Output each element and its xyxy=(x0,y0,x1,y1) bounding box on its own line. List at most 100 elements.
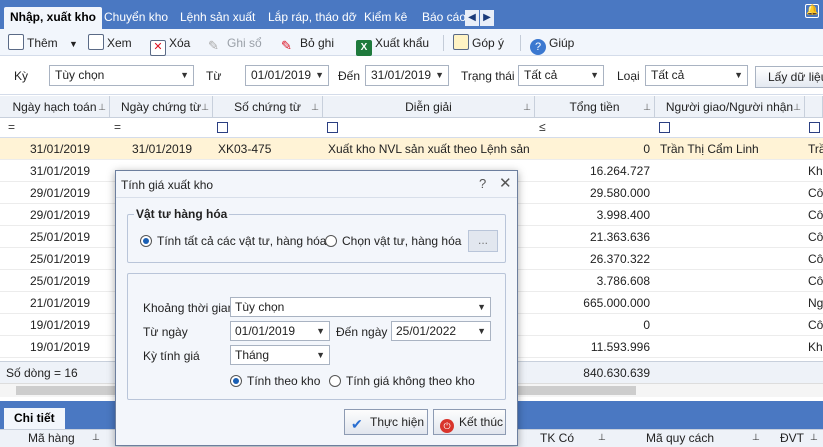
pin-icon[interactable]: ⊥ xyxy=(810,432,818,443)
chevron-down-icon[interactable]: ▼ xyxy=(69,39,78,49)
from-date-label: Từ ngày xyxy=(143,325,188,339)
column-header-doc-date[interactable]: Ngày chứng từ ⊥ xyxy=(110,96,213,118)
grid-filter-row: = = ≤ xyxy=(0,118,823,138)
execute-button[interactable]: ✔ Thực hiện xyxy=(344,409,428,435)
row-count: Số dòng = 16 xyxy=(6,366,78,380)
from-date-field[interactable]: 01/01/2019 ▼ xyxy=(230,321,330,341)
pin-icon[interactable]: ⊥ xyxy=(523,96,531,118)
to-date-field[interactable]: 31/01/2019 ▼ xyxy=(365,65,449,86)
pin-icon[interactable]: ⊥ xyxy=(643,96,651,118)
to-date-label: Đến ngày xyxy=(336,325,388,339)
tab-nhap-xuat-kho[interactable]: Nhập, xuất kho xyxy=(4,7,103,29)
type-label: Loại xyxy=(617,69,640,83)
post-button[interactable]: ✎ Ghi sổ xyxy=(208,33,262,53)
view-button[interactable]: Xem xyxy=(88,33,132,53)
module-tab-bar: Nhập, xuất kho Chuyển kho Lệnh sản xuất … xyxy=(0,0,823,29)
radio-all-materials[interactable]: Tính tất cả các vật tư, hàng hóa xyxy=(140,234,326,248)
tab-scroll-left-icon[interactable]: ◀ xyxy=(465,10,479,26)
delete-button[interactable]: ✕ Xóa xyxy=(150,33,190,56)
help-icon: ? xyxy=(530,39,546,55)
pricing-period-select[interactable]: Tháng ▼ xyxy=(230,345,330,365)
dialog-title-bar: Tính giá xuất kho ? ✕ xyxy=(116,171,517,198)
pin-icon[interactable]: ⊥ xyxy=(752,432,760,443)
radio-by-warehouse[interactable]: Tính theo kho xyxy=(230,374,320,388)
unpost-icon: ✎ xyxy=(281,38,292,53)
table-row[interactable]: 31/01/2019 31/01/2019 XK03-475 Xuất kho … xyxy=(0,138,823,160)
filter-checkbox[interactable] xyxy=(809,122,820,133)
tab-lenh-san-xuat[interactable]: Lệnh sản xuất xyxy=(174,7,261,29)
filter-checkbox[interactable] xyxy=(327,122,338,133)
pen-icon: ✎ xyxy=(208,38,219,53)
chevron-down-icon: ▼ xyxy=(590,70,599,80)
period-select[interactable]: Tùy chọn ▼ xyxy=(49,65,194,86)
status-select[interactable]: Tất cả ▼ xyxy=(518,65,604,86)
tab-lap-rap-thao-do[interactable]: Lắp ráp, tháo dỡ xyxy=(262,7,363,29)
radio-empty-icon xyxy=(329,375,341,387)
radio-select-materials[interactable]: Chọn vật tư, hàng hóa xyxy=(325,234,461,248)
footer-total: 840.630.639 xyxy=(583,366,650,380)
export-button[interactable]: X Xuất khẩu xyxy=(356,33,429,56)
group-title: Vật tư hàng hóa xyxy=(134,207,230,221)
type-select[interactable]: Tất cả ▼ xyxy=(645,65,748,86)
column-header-posting-date[interactable]: Ngày hạch toán ⊥ xyxy=(0,96,110,118)
column-header-person[interactable]: Người giao/Người nhận ⊥ xyxy=(655,96,805,118)
filter-operator[interactable]: = xyxy=(8,120,15,134)
pin-icon[interactable]: ⊥ xyxy=(201,96,209,118)
filter-checkbox[interactable] xyxy=(217,122,228,133)
tab-kiem-ke[interactable]: Kiểm kê xyxy=(358,7,413,29)
tab-bao-cao[interactable]: Báo cáo xyxy=(416,7,472,29)
pin-icon[interactable]: ⊥ xyxy=(311,96,319,118)
chevron-down-icon: ▼ xyxy=(435,70,444,80)
column-header-credit-account[interactable]: TK Có xyxy=(540,431,574,445)
column-header-description[interactable]: Diễn giải ⊥ xyxy=(323,96,535,118)
filter-bar: Kỳ Tùy chọn ▼ Từ 01/01/2019 ▼ Đến 31/01/20… xyxy=(0,57,823,95)
chevron-down-icon: ▼ xyxy=(477,302,486,312)
filter-operator[interactable]: ≤ xyxy=(539,120,546,134)
toolbar-divider xyxy=(520,35,521,51)
chevron-down-icon: ▼ xyxy=(734,70,743,80)
close-icon[interactable]: ✕ xyxy=(499,174,512,192)
to-date-field[interactable]: 25/01/2022 ▼ xyxy=(391,321,491,341)
export-pricing-dialog: Tính giá xuất kho ? ✕ Vật tư hàng hóa Tí… xyxy=(115,170,518,446)
delete-icon: ✕ xyxy=(150,40,166,56)
from-date-field[interactable]: 01/01/2019 ▼ xyxy=(245,65,329,86)
filter-checkbox[interactable] xyxy=(659,122,670,133)
feedback-button[interactable]: Góp ý xyxy=(453,33,504,53)
fetch-data-button[interactable]: Lấy dữ liệu xyxy=(755,66,823,88)
column-header-doc-no[interactable]: Số chứng từ ⊥ xyxy=(213,96,323,118)
column-header-extra[interactable] xyxy=(805,96,823,118)
column-header-spec-code[interactable]: Mã quy cách xyxy=(646,431,714,445)
chevron-down-icon: ▼ xyxy=(315,70,324,80)
chevron-down-icon: ▼ xyxy=(316,326,325,336)
pin-icon[interactable]: ⊥ xyxy=(92,432,100,443)
radio-no-warehouse[interactable]: Tính giá không theo kho xyxy=(329,374,475,388)
column-header-item-code[interactable]: Mã hàng xyxy=(28,431,75,445)
finish-button[interactable]: ⏻ Kết thúc xyxy=(433,409,506,435)
tab-chi-tiet[interactable]: Chi tiết xyxy=(4,408,65,429)
new-document-icon xyxy=(8,34,24,50)
filter-operator[interactable]: = xyxy=(114,120,121,134)
status-label: Trạng thái xyxy=(461,69,515,83)
period-select[interactable]: Tùy chọn ▼ xyxy=(230,297,491,317)
chevron-down-icon: ▼ xyxy=(316,350,325,360)
view-document-icon xyxy=(88,34,104,50)
unpost-button[interactable]: ✎ Bỏ ghi xyxy=(281,33,334,53)
grid-header: Ngày hạch toán ⊥ Ngày chứng từ ⊥ Số chứng … xyxy=(0,96,823,118)
help-button[interactable]: ? Giúp xyxy=(530,33,574,55)
tab-chuyen-kho[interactable]: Chuyển kho xyxy=(98,7,174,29)
column-header-total[interactable]: Tổng tiền ⊥ xyxy=(535,96,655,118)
column-header-unit[interactable]: ĐVT xyxy=(780,431,804,445)
pin-icon[interactable]: ⊥ xyxy=(598,432,606,443)
browse-materials-button[interactable]: ... xyxy=(468,230,498,252)
tab-scroll-right-icon[interactable]: ▶ xyxy=(480,10,494,26)
toolbar-divider xyxy=(443,35,444,51)
toolbar: Thêm ▼ Xem ✕ Xóa ✎ Ghi sổ ✎ Bỏ ghi X Xuất kh… xyxy=(0,29,823,56)
notification-icon[interactable]: 🔔 xyxy=(805,4,819,18)
pin-icon[interactable]: ⊥ xyxy=(98,96,106,118)
from-label: Từ xyxy=(206,69,222,83)
chevron-down-icon: ▼ xyxy=(180,70,189,80)
help-icon[interactable]: ? xyxy=(479,176,486,191)
add-button[interactable]: Thêm ▼ xyxy=(8,33,78,53)
pin-icon[interactable]: ⊥ xyxy=(793,96,801,118)
radio-empty-icon xyxy=(325,235,337,247)
